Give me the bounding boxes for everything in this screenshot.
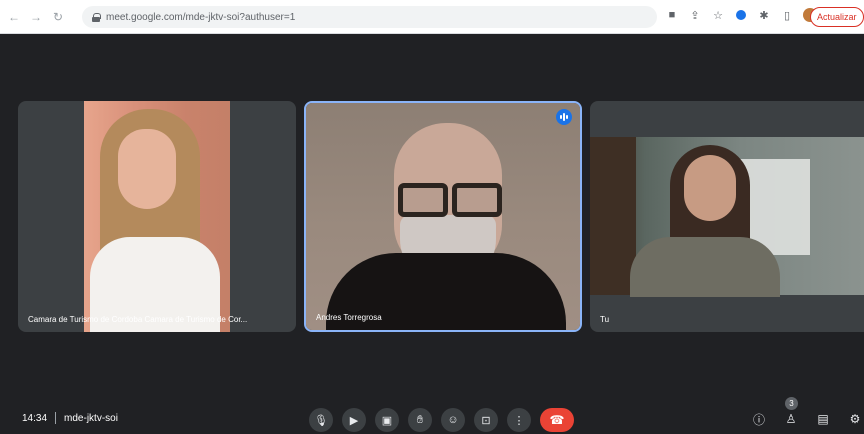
participant-name-self: Tu — [600, 315, 610, 324]
participant-tile-1[interactable]: Camara de Turismo de Cordoba Camara de T… — [18, 101, 296, 332]
participant-name-1: Camara de Turismo de Cordoba Camara de T… — [28, 315, 248, 324]
camera-icon[interactable]: ▶ — [342, 408, 366, 432]
captions-icon[interactable]: ▣ — [375, 408, 399, 432]
forward-arrow-icon[interactable]: → — [28, 9, 44, 25]
participant-tile-self[interactable]: Tu — [590, 101, 864, 332]
meeting-details-icon[interactable]: ⓘ — [750, 410, 768, 428]
participant-body — [630, 237, 780, 297]
participant-glasses — [398, 183, 502, 217]
glasses-lens-left — [398, 183, 448, 217]
clock-time: 14:34 — [22, 412, 48, 424]
camera-indicator-icon[interactable]: ■ — [665, 8, 679, 22]
participant-face — [118, 129, 176, 209]
glasses-lens-right — [452, 183, 502, 217]
participant-face — [684, 155, 736, 221]
participant-tile-2[interactable]: Andres Torregrosa — [304, 101, 582, 332]
browser-toolbar: ← → ↻ meet.google.com/mde-jktv-soi?authu… — [0, 0, 864, 34]
divider — [55, 412, 57, 424]
participant-video-2 — [306, 103, 580, 330]
extensions-puzzle-icon[interactable]: ✱ — [757, 8, 771, 22]
phone-hangup-icon: ☎︎ — [549, 413, 565, 427]
reload-icon[interactable]: ↻ — [50, 9, 66, 25]
chat-icon[interactable]: ▤ — [814, 410, 832, 428]
leave-call-button[interactable]: ☎︎ — [540, 408, 574, 432]
participant-video-1 — [84, 101, 230, 332]
speaking-indicator-icon — [556, 109, 572, 125]
people-icon[interactable]: 3 ♙ — [782, 397, 800, 428]
microphone-icon[interactable]: 🎙︎ — [309, 408, 333, 432]
address-bar[interactable]: meet.google.com/mde-jktv-soi?authuser=1 — [82, 6, 657, 28]
emoji-reaction-icon[interactable]: ☺ — [441, 408, 465, 432]
meeting-code: mde-jktv-soi — [64, 412, 118, 424]
present-screen-icon[interactable]: ⊡ — [474, 408, 498, 432]
activities-icon[interactable]: ⚙︎ — [846, 410, 864, 428]
extension-blue-icon[interactable] — [734, 8, 748, 22]
share-icon[interactable]: ⇪ — [688, 8, 702, 22]
url-text: meet.google.com/mde-jktv-soi?authuser=1 — [106, 11, 296, 23]
meeting-info: 14:34 mde-jktv-soi — [22, 412, 118, 424]
more-options-icon[interactable]: ⋮ — [507, 408, 531, 432]
participant-video-self — [590, 137, 864, 297]
toolbar-icons: ■ ⇪ ☆ ✱ ▯ — [665, 8, 817, 22]
bookmark-star-icon[interactable]: ☆ — [711, 8, 725, 22]
call-controls: 🎙︎ ▶ ▣ ✋︎ ☺ ⊡ ⋮ ☎︎ — [309, 408, 574, 432]
raise-hand-icon[interactable]: ✋︎ — [408, 408, 432, 432]
participants-count-badge: 3 — [785, 397, 798, 410]
participant-name-2: Andres Torregrosa — [316, 313, 382, 322]
back-arrow-icon[interactable]: ← — [6, 9, 22, 25]
side-panel-icon[interactable]: ▯ — [780, 8, 794, 22]
background-door — [590, 137, 636, 295]
lock-icon — [92, 12, 101, 22]
update-button[interactable]: Actualizar — [810, 7, 864, 27]
meeting-side-controls: ⓘ 3 ♙ ▤ ⚙︎ — [750, 397, 864, 428]
